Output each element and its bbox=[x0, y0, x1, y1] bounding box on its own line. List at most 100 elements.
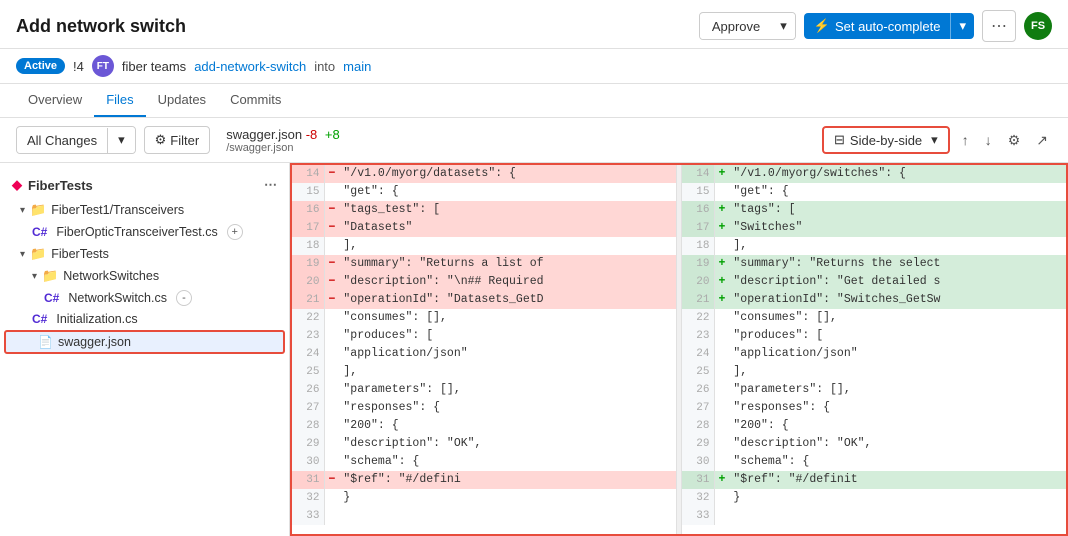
tab-updates[interactable]: Updates bbox=[146, 84, 218, 117]
settings-button[interactable]: ⚙ bbox=[1004, 128, 1025, 153]
scroll-down-button[interactable]: ↓ bbox=[981, 128, 996, 152]
all-changes-dropdown[interactable]: ▾ bbox=[108, 127, 135, 153]
folder-fibertest1-transceivers[interactable]: ▾ 📁 FiberTest1/Transceivers bbox=[0, 199, 289, 221]
more-options-button[interactable]: ⋯ bbox=[982, 10, 1016, 42]
side-by-side-dropdown-arrow[interactable]: ▾ bbox=[931, 132, 938, 148]
branch-from[interactable]: add-network-switch bbox=[194, 59, 306, 74]
scroll-up-button[interactable]: ↑ bbox=[958, 128, 973, 152]
line-number: 27 bbox=[682, 399, 714, 417]
sidebar-more-icon[interactable]: ⋯ bbox=[264, 177, 277, 193]
branch-to[interactable]: main bbox=[343, 59, 371, 74]
avatar: FS bbox=[1024, 12, 1052, 40]
table-row: 26 "parameters": [], bbox=[682, 381, 1066, 399]
diff-view: 14− "/v1.0/myorg/datasets": {15 "get": {… bbox=[290, 163, 1068, 536]
table-row: 16+ "tags": [ bbox=[682, 201, 1066, 219]
remove-file-button[interactable]: - bbox=[176, 290, 192, 306]
line-number: 17 bbox=[292, 219, 324, 237]
file-label: Initialization.cs bbox=[56, 312, 137, 326]
lightning-icon: ⚡ bbox=[814, 18, 830, 34]
line-code: "application/json" bbox=[729, 345, 1065, 363]
table-row: 14− "/v1.0/myorg/datasets": { bbox=[292, 165, 676, 183]
cs-indicator: C# bbox=[32, 225, 47, 239]
line-sign bbox=[714, 345, 729, 363]
filter-button[interactable]: ⚙ Filter bbox=[144, 126, 211, 154]
diff-right-inner[interactable]: 14+ "/v1.0/myorg/switches": {15 "get": {… bbox=[682, 165, 1066, 534]
line-sign: − bbox=[324, 471, 339, 489]
line-sign bbox=[324, 417, 339, 435]
add-file-button[interactable]: + bbox=[227, 224, 243, 240]
folder-icon: 📁 bbox=[42, 268, 58, 284]
line-number: 15 bbox=[292, 183, 324, 201]
line-sign: − bbox=[324, 291, 339, 309]
folder-network-switches[interactable]: ▾ 📁 NetworkSwitches bbox=[0, 265, 289, 287]
file-networkswitch[interactable]: C# NetworkSwitch.cs - bbox=[0, 287, 289, 309]
line-code: "consumes": [], bbox=[339, 309, 675, 327]
tab-commits[interactable]: Commits bbox=[218, 84, 293, 117]
line-sign: + bbox=[714, 273, 729, 291]
line-code: "description": "OK", bbox=[339, 435, 675, 453]
line-number: 29 bbox=[292, 435, 324, 453]
folder-fibertests[interactable]: ▾ 📁 FiberTests bbox=[0, 243, 289, 265]
line-code: "produces": [ bbox=[729, 327, 1065, 345]
table-row: 31− "$ref": "#/defini bbox=[292, 471, 676, 489]
line-sign bbox=[714, 327, 729, 345]
line-sign bbox=[324, 489, 339, 507]
line-sign: − bbox=[324, 273, 339, 291]
table-row: 27 "responses": { bbox=[682, 399, 1066, 417]
line-code: "200": { bbox=[729, 417, 1065, 435]
table-row: 16− "tags_test": [ bbox=[292, 201, 676, 219]
table-row: 30 "schema": { bbox=[292, 453, 676, 471]
line-code: "parameters": [], bbox=[729, 381, 1065, 399]
line-sign bbox=[324, 309, 339, 327]
line-number: 23 bbox=[292, 327, 324, 345]
table-row: 23 "produces": [ bbox=[682, 327, 1066, 345]
approve-button-group[interactable]: Approve ▾ bbox=[699, 12, 796, 40]
expand-button[interactable]: ↗ bbox=[1032, 128, 1052, 153]
line-number: 20 bbox=[682, 273, 714, 291]
file-fiberoptic[interactable]: C# FiberOpticTransceiverTest.cs + bbox=[0, 221, 289, 243]
line-code: ], bbox=[729, 237, 1065, 255]
diff-left-inner[interactable]: 14− "/v1.0/myorg/datasets": {15 "get": {… bbox=[292, 165, 676, 534]
all-changes-group[interactable]: All Changes ▾ bbox=[16, 126, 136, 154]
line-number: 30 bbox=[682, 453, 714, 471]
line-number: 33 bbox=[682, 507, 714, 525]
approve-dropdown[interactable]: ▾ bbox=[772, 13, 795, 39]
line-sign bbox=[324, 435, 339, 453]
diff-right-table: 14+ "/v1.0/myorg/switches": {15 "get": {… bbox=[682, 165, 1066, 525]
file-initialization[interactable]: C# Initialization.cs bbox=[0, 309, 289, 329]
line-code: ], bbox=[729, 363, 1065, 381]
file-swagger-json[interactable]: 📄 swagger.json bbox=[4, 330, 285, 354]
autocomplete-button[interactable]: ⚡ Set auto-complete bbox=[804, 13, 951, 39]
line-number: 22 bbox=[292, 309, 324, 327]
line-code: "Datasets" bbox=[339, 219, 675, 237]
file-name-label: swagger.json -8 +8 bbox=[226, 127, 340, 142]
table-row: 29 "description": "OK", bbox=[682, 435, 1066, 453]
line-number: 31 bbox=[292, 471, 324, 489]
line-code: } bbox=[339, 489, 675, 507]
table-row: 15 "get": { bbox=[292, 183, 676, 201]
table-row: 25 ], bbox=[292, 363, 676, 381]
autocomplete-button-group[interactable]: ⚡ Set auto-complete ▾ bbox=[804, 13, 974, 39]
line-sign: + bbox=[714, 471, 729, 489]
file-icon: 📄 bbox=[38, 335, 53, 349]
autocomplete-dropdown[interactable]: ▾ bbox=[950, 13, 974, 39]
table-row: 21+ "operationId": "Switches_GetSw bbox=[682, 291, 1066, 309]
line-sign: − bbox=[324, 201, 339, 219]
line-sign bbox=[714, 309, 729, 327]
folder-label: FiberTests bbox=[51, 247, 109, 261]
approve-button[interactable]: Approve bbox=[700, 14, 772, 39]
all-changes-button[interactable]: All Changes bbox=[17, 128, 108, 153]
folder-icon: 📁 bbox=[30, 246, 46, 262]
tab-files[interactable]: Files bbox=[94, 84, 145, 117]
line-code: "produces": [ bbox=[339, 327, 675, 345]
tab-overview[interactable]: Overview bbox=[16, 84, 94, 117]
chevron-down-icon: ▾ bbox=[20, 249, 25, 260]
side-by-side-button[interactable]: ⊟ Side-by-side ▾ bbox=[822, 126, 950, 154]
table-row: 17− "Datasets" bbox=[292, 219, 676, 237]
sidebar-header-left: ◆ FiberTests bbox=[12, 177, 93, 193]
line-sign bbox=[714, 507, 729, 525]
pr-number: !4 bbox=[73, 59, 84, 74]
line-sign: + bbox=[714, 291, 729, 309]
line-number: 14 bbox=[682, 165, 714, 183]
cs-indicator: C# bbox=[32, 312, 47, 326]
